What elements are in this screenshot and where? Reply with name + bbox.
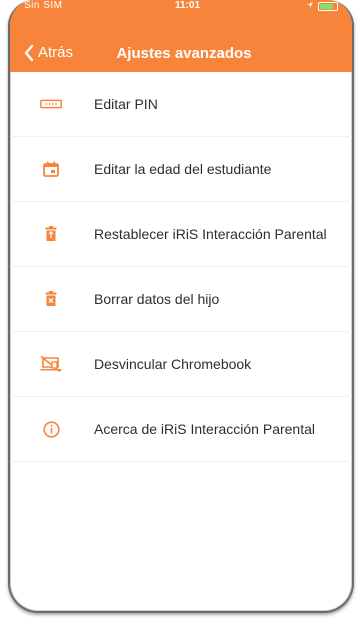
carrier-text: Sin SIM [24,0,63,11]
app-header: Sin SIM 11:01 Atrás Ajustes avanzados [10,0,352,72]
menu-item-label: Borrar datos del hijo [94,291,220,307]
delete-data-icon [40,288,62,310]
info-icon [40,418,62,440]
phone-frame: Sin SIM 11:01 Atrás Ajustes avanzados Ed… [8,0,354,613]
menu-item-edit-pin[interactable]: Editar PIN [10,72,352,137]
menu-item-label: Desvincular Chromebook [94,356,252,372]
menu-item-unlink-chromebook[interactable]: Desvincular Chromebook [10,332,352,397]
status-indicators [306,1,338,12]
unlink-chromebook-icon [40,353,62,375]
navigation-bar: Atrás Ajustes avanzados [10,42,352,68]
menu-item-reset-iris[interactable]: Restablecer iRiS Interacción Parental [10,202,352,267]
page-title: Ajustes avanzados [116,45,252,62]
status-time: 11:01 [175,0,201,11]
settings-menu: Editar PIN Editar la edad del estudiante [10,72,352,462]
location-icon [306,1,314,12]
screenshot-canvas: Sin SIM 11:01 Atrás Ajustes avanzados Ed… [0,0,358,619]
menu-item-label: Editar la edad del estudiante [94,161,272,177]
calendar-icon [40,158,62,180]
battery-icon [318,2,338,11]
menu-item-label: Editar PIN [94,96,158,112]
status-bar: Sin SIM 11:01 [10,0,352,24]
trash-icon [40,223,62,245]
menu-item-label: Acerca de iRiS Interacción Parental [94,421,315,437]
menu-item-label: Restablecer iRiS Interacción Parental [94,226,327,242]
menu-item-about[interactable]: Acerca de iRiS Interacción Parental [10,397,352,462]
menu-item-delete-child-data[interactable]: Borrar datos del hijo [10,267,352,332]
menu-item-edit-age[interactable]: Editar la edad del estudiante [10,137,352,202]
pin-dots-icon [40,93,62,115]
